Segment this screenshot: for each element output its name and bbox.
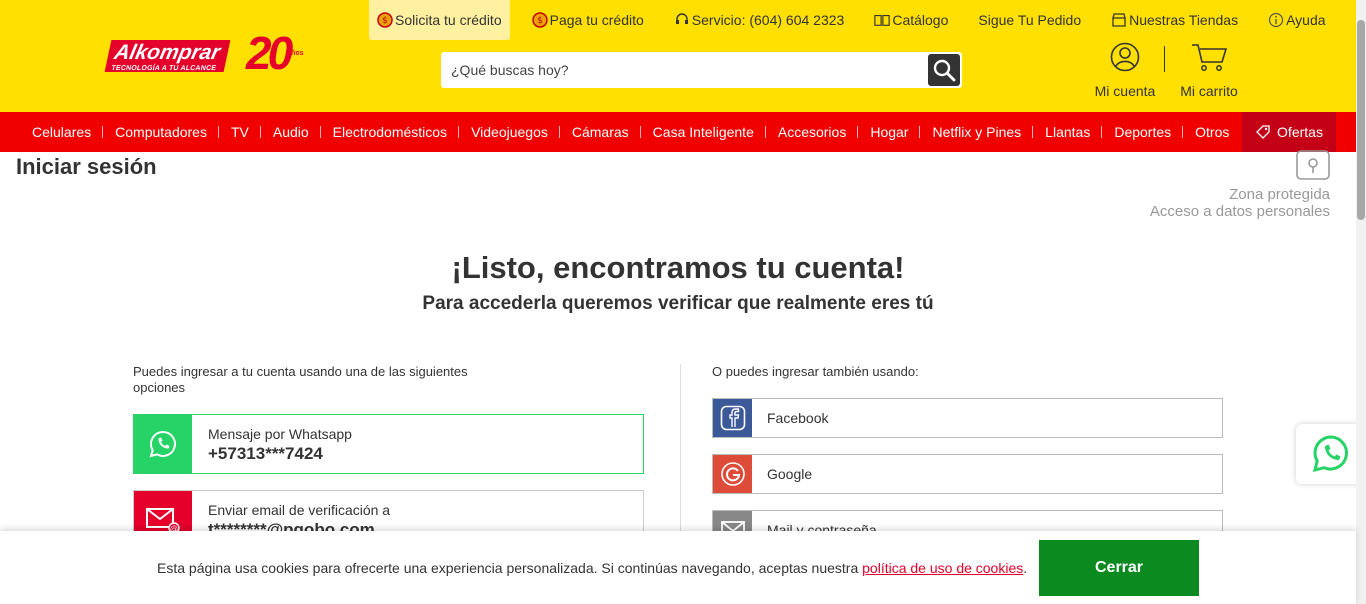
account-label: Mi cuenta <box>1094 83 1156 99</box>
logo-anniversary: 20 <box>246 27 293 79</box>
main-heading: ¡Listo, encontramos tu cuenta! <box>451 250 905 285</box>
tag-icon <box>1256 125 1270 139</box>
facebook-label: Facebook <box>767 410 829 426</box>
search-input[interactable] <box>441 52 927 88</box>
email-icon: @ <box>146 508 180 534</box>
verification-options: Puedes ingresar a tu cuenta usando una d… <box>133 364 644 550</box>
google-label: Google <box>767 466 813 482</box>
scrollbar-thumb[interactable] <box>1357 20 1365 220</box>
whatsapp-float-icon <box>1312 435 1348 473</box>
cart-icon <box>1192 44 1228 71</box>
search-button[interactable] <box>928 54 960 86</box>
alternative-login: O puedes ingresar también usando: Facebo… <box>712 364 1223 550</box>
verification-intro: Puedes ingresar a tu cuenta usando una d… <box>133 364 468 395</box>
cart-label: Mi carrito <box>1180 83 1238 99</box>
alternative-intro: O puedes ingresar también usando: <box>712 364 919 379</box>
nav-item-deportes[interactable]: Deportes <box>1102 112 1183 152</box>
alkomprar-logo[interactable]: Alkomprar TECNOLOGÍA A TU ALCANCE 20 Años <box>104 27 323 86</box>
google-side <box>713 455 752 493</box>
logo-anniversary-unit: Años <box>286 50 304 57</box>
header-divider <box>1164 46 1165 72</box>
nav-item-celulares[interactable]: Celulares <box>20 112 104 152</box>
facebook-side <box>713 399 752 437</box>
nav-item-netflix-pines[interactable]: Netflix y Pines <box>920 112 1033 152</box>
nav-item-camaras[interactable]: Cámaras <box>560 112 641 152</box>
pay-coin-icon: $ <box>531 12 548 28</box>
nav-item-ofertas[interactable]: Ofertas <box>1242 112 1336 152</box>
page-scrollbar[interactable] <box>1356 0 1366 604</box>
top-link-catalogo[interactable]: Catálogo <box>866 0 956 40</box>
cookie-policy-link[interactable]: política de uso de cookies <box>862 560 1023 576</box>
whatsapp-icon <box>149 430 176 458</box>
nav-item-accesorios[interactable]: Accesorios <box>766 112 859 152</box>
cookie-banner: Esta página usa cookies para ofrecerte u… <box>0 531 1356 604</box>
lock-icon <box>1296 150 1330 180</box>
zone-line-2: Acceso a datos personales <box>1149 203 1330 220</box>
top-links: $ Solicita tu crédito $ Paga tu crédito … <box>369 0 1348 40</box>
svg-text:$: $ <box>382 16 388 26</box>
cookie-message: Esta página usa cookies para ofrecerte u… <box>157 560 1028 576</box>
nav-item-casa-inteligente[interactable]: Casa Inteligente <box>641 112 767 152</box>
category-nav: Celulares Computadores TV Audio Electrod… <box>0 112 1366 152</box>
protected-zone-notice: Zona protegida Acceso a datos personales <box>1150 150 1330 220</box>
info-icon <box>1268 12 1284 28</box>
nav-item-otros[interactable]: Otros <box>1183 112 1241 152</box>
store-icon <box>1112 13 1126 27</box>
nav-item-hogar[interactable]: Hogar <box>858 112 921 152</box>
user-icon <box>1110 42 1140 72</box>
top-link-tiendas[interactable]: Nuestras Tiendas <box>1103 0 1246 40</box>
cart-link[interactable]: Mi carrito <box>1175 42 1243 99</box>
top-link-solicita-credito[interactable]: $ Solicita tu crédito <box>369 0 510 40</box>
google-icon <box>720 462 745 486</box>
headset-icon <box>675 13 688 24</box>
top-link-ayuda[interactable]: Ayuda <box>1260 0 1333 40</box>
nav-item-audio[interactable]: Audio <box>261 112 321 152</box>
nav-item-videojuegos[interactable]: Videojuegos <box>459 112 560 152</box>
search-icon <box>933 59 956 82</box>
nav-item-llantas[interactable]: Llantas <box>1033 112 1103 152</box>
page-title: Iniciar sesión <box>16 154 157 179</box>
nav-item-electrodomesticos[interactable]: Electrodomésticos <box>321 112 460 152</box>
sub-heading: Para accederla queremos verificar que re… <box>422 293 934 314</box>
top-link-paga-credito[interactable]: $ Paga tu crédito <box>524 0 652 40</box>
svg-text:$: $ <box>537 16 543 26</box>
facebook-icon <box>720 405 745 431</box>
nav-item-tv[interactable]: TV <box>219 112 261 152</box>
logo-wordmark: Alkomprar TECNOLOGÍA A TU ALCANCE <box>104 40 231 72</box>
nav-item-computadores[interactable]: Computadores <box>103 112 219 152</box>
google-login-button[interactable]: Google <box>712 454 1223 494</box>
cookie-close-button[interactable]: Cerrar <box>1039 540 1199 596</box>
top-link-servicio[interactable]: Servicio: (604) 604 2323 <box>666 0 853 40</box>
top-link-sigue-pedido[interactable]: Sigue Tu Pedido <box>970 0 1089 40</box>
zone-line-1: Zona protegida <box>1229 186 1330 203</box>
account-link[interactable]: Mi cuenta <box>1090 42 1160 99</box>
credit-coin-icon: $ <box>377 12 393 28</box>
whatsapp-option[interactable]: Mensaje por Whatsapp +57313***7424 <box>133 414 644 474</box>
whatsapp-side <box>134 415 192 473</box>
email-label: Enviar email de verificación a <box>208 502 391 518</box>
facebook-login-button[interactable]: Facebook <box>712 398 1223 438</box>
whatsapp-number: +57313***7424 <box>208 444 323 463</box>
catalog-book-icon <box>874 14 891 26</box>
header: Alkomprar TECNOLOGÍA A TU ALCANCE 20 Años… <box>0 0 1366 112</box>
search-bar <box>441 52 962 88</box>
whatsapp-label: Mensaje por Whatsapp <box>208 426 352 442</box>
